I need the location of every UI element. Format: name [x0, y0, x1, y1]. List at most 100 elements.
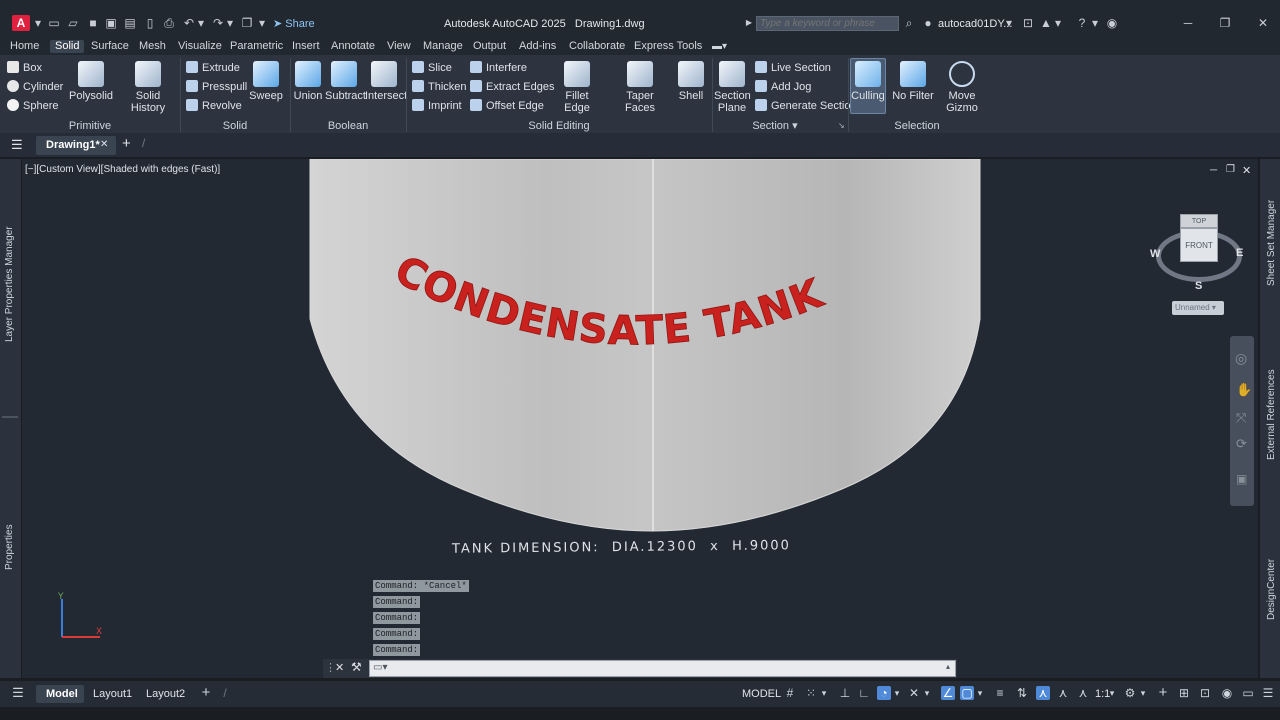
- tab-express-tools[interactable]: Express Tools: [634, 40, 702, 53]
- autodesk-app-icon[interactable]: ▲: [1039, 17, 1053, 29]
- add-jog-button[interactable]: Add Jog: [755, 79, 811, 95]
- viewcube[interactable]: TOP FRONT W E S: [1150, 214, 1246, 294]
- close-tab-icon[interactable]: ✕: [100, 139, 108, 150]
- snap-mode-icon[interactable]: ⁙: [804, 686, 818, 700]
- redo-dropdown-icon[interactable]: ▾: [226, 17, 234, 29]
- grid-icon[interactable]: #: [783, 686, 797, 700]
- no-filter-button[interactable]: No Filter: [892, 61, 934, 102]
- annotation-visibility-icon[interactable]: ⋏: [1036, 686, 1050, 700]
- clean-screen-icon[interactable]: ▭: [1241, 686, 1255, 700]
- tab-visualize[interactable]: Visualize: [178, 40, 222, 53]
- designcenter-tab[interactable]: DesignCenter: [1266, 559, 1277, 620]
- isometric-drafting-icon[interactable]: ✕: [907, 686, 921, 700]
- section-settings-arrow-icon[interactable]: ↘: [838, 121, 846, 131]
- generate-section-button[interactable]: Generate Section: [755, 98, 857, 114]
- viewport-controls-label[interactable]: [−][Custom View][Shaded with edges (Fast…: [25, 164, 220, 175]
- save-icon[interactable]: ■: [86, 17, 100, 29]
- cylinder-button[interactable]: Cylinder: [7, 79, 63, 95]
- compass-west[interactable]: W: [1150, 248, 1160, 260]
- solid-history-button[interactable]: Solid History: [119, 61, 177, 114]
- offset-edge-button[interactable]: Offset Edge: [470, 98, 544, 114]
- tab-solid[interactable]: Solid: [50, 40, 85, 53]
- model-space-button[interactable]: MODEL: [742, 688, 781, 700]
- customization-icon[interactable]: ☰: [1261, 686, 1275, 700]
- steering-wheel-icon[interactable]: ◎: [1235, 350, 1247, 367]
- app-menu-dropdown-icon[interactable]: ▾: [31, 17, 45, 29]
- viewport-restore-icon[interactable]: ❐: [1226, 164, 1235, 175]
- command-customize-icon[interactable]: ⚒: [351, 660, 362, 674]
- user-dropdown-icon[interactable]: ▾: [1005, 17, 1013, 29]
- transparency-icon[interactable]: ⇅: [1015, 686, 1029, 700]
- snap-dropdown-icon[interactable]: ▾: [820, 686, 828, 700]
- compass-south[interactable]: S: [1195, 280, 1202, 292]
- thicken-button[interactable]: Thicken: [412, 79, 467, 95]
- hamburger-menu-icon[interactable]: ☰: [11, 138, 25, 152]
- quick-properties-icon[interactable]: ⊡: [1198, 686, 1212, 700]
- undo-dropdown-icon[interactable]: ▾: [197, 17, 205, 29]
- undo-icon[interactable]: ↶: [182, 17, 196, 29]
- infer-constraints-icon[interactable]: ⊥: [838, 686, 852, 700]
- shell-button[interactable]: Shell: [675, 61, 707, 102]
- layout2-tab[interactable]: Layout2: [146, 686, 185, 702]
- hardware-acceleration-icon[interactable]: ◉: [1220, 686, 1234, 700]
- viewport-close-icon[interactable]: ✕: [1242, 164, 1251, 177]
- learning-icon[interactable]: ◉: [1105, 17, 1119, 29]
- publish-icon[interactable]: ▯: [143, 17, 157, 29]
- customize-dropdown-icon[interactable]: ▾: [258, 17, 266, 29]
- ribbon-options-icon[interactable]: ▬▾: [712, 41, 732, 52]
- redo-icon[interactable]: ↷: [211, 17, 225, 29]
- presspull-button[interactable]: Presspull: [186, 79, 247, 95]
- search-input[interactable]: [756, 16, 899, 31]
- layout1-tab[interactable]: Layout1: [93, 686, 132, 702]
- web-mobile-icon[interactable]: ▤: [123, 17, 137, 29]
- polysolid-button[interactable]: Polysolid: [68, 61, 114, 102]
- tab-manage[interactable]: Manage: [423, 40, 463, 53]
- add-layout-icon[interactable]: +: [199, 685, 213, 700]
- revolve-button[interactable]: Revolve: [186, 98, 242, 114]
- zoom-extents-icon[interactable]: ⤧: [1236, 410, 1246, 426]
- lineweight-icon[interactable]: ≡: [993, 686, 1007, 700]
- extract-edges-button[interactable]: Extract Edges: [470, 79, 554, 95]
- tab-output[interactable]: Output: [473, 40, 506, 53]
- new-file-icon[interactable]: ▭: [47, 17, 61, 29]
- tab-parametric[interactable]: Parametric: [230, 40, 283, 53]
- tab-annotate[interactable]: Annotate: [331, 40, 375, 53]
- live-section-button[interactable]: Live Section: [755, 60, 831, 76]
- annotation-monitor-icon[interactable]: +: [1156, 685, 1170, 700]
- orbit-icon[interactable]: ⟳: [1236, 436, 1247, 452]
- tab-home[interactable]: Home: [10, 40, 39, 53]
- scale-dropdown-icon[interactable]: ▾: [1108, 686, 1116, 700]
- command-input[interactable]: ▭▾ ▴: [369, 660, 956, 677]
- polar-dropdown-icon[interactable]: ▾: [893, 686, 901, 700]
- sheet-set-manager-tab[interactable]: Sheet Set Manager: [1266, 200, 1277, 286]
- union-button[interactable]: Union: [293, 61, 323, 102]
- workspace-icon[interactable]: ❐: [240, 17, 254, 29]
- close-icon[interactable]: ✕: [1256, 17, 1270, 29]
- subtract-button[interactable]: Subtract: [325, 61, 366, 102]
- polar-tracking-icon[interactable]: ◔: [877, 686, 891, 700]
- command-scroll-icon[interactable]: ▴: [946, 662, 950, 671]
- extrude-button[interactable]: Extrude: [186, 60, 240, 76]
- search-icon[interactable]: ⌕: [902, 17, 916, 29]
- section-plane-button[interactable]: Section Plane: [714, 61, 751, 114]
- share-button[interactable]: ➤ Share: [273, 17, 315, 31]
- viewcube-face-front[interactable]: FRONT: [1180, 228, 1218, 262]
- fillet-edge-button[interactable]: Fillet Edge: [553, 61, 601, 114]
- workspace-dropdown-icon[interactable]: ▾: [1139, 686, 1147, 700]
- layer-properties-manager-tab[interactable]: Layer Properties Manager: [4, 226, 15, 342]
- move-gizmo-button[interactable]: Move Gizmo: [942, 61, 982, 114]
- ortho-icon[interactable]: ∟: [857, 686, 871, 700]
- slice-button[interactable]: Slice: [412, 60, 452, 76]
- maximize-icon[interactable]: ❐: [1218, 17, 1232, 29]
- interfere-button[interactable]: Interfere: [470, 60, 527, 76]
- workspace-switch-icon[interactable]: ⚙: [1123, 686, 1137, 700]
- command-prompt-icon[interactable]: ▭▾: [373, 662, 387, 673]
- properties-tab[interactable]: Properties: [4, 524, 15, 570]
- showmotion-icon[interactable]: ▣: [1236, 472, 1247, 486]
- tab-mesh[interactable]: Mesh: [139, 40, 166, 53]
- drawing-viewport[interactable]: CONDENSATE TANK [−][Custom View][Shaded …: [22, 159, 1258, 678]
- save-as-icon[interactable]: ▣: [104, 17, 118, 29]
- ucs-menu[interactable]: Unnamed ▾: [1172, 301, 1224, 315]
- sweep-button[interactable]: Sweep: [248, 61, 284, 102]
- taper-faces-button[interactable]: Taper Faces: [613, 61, 667, 114]
